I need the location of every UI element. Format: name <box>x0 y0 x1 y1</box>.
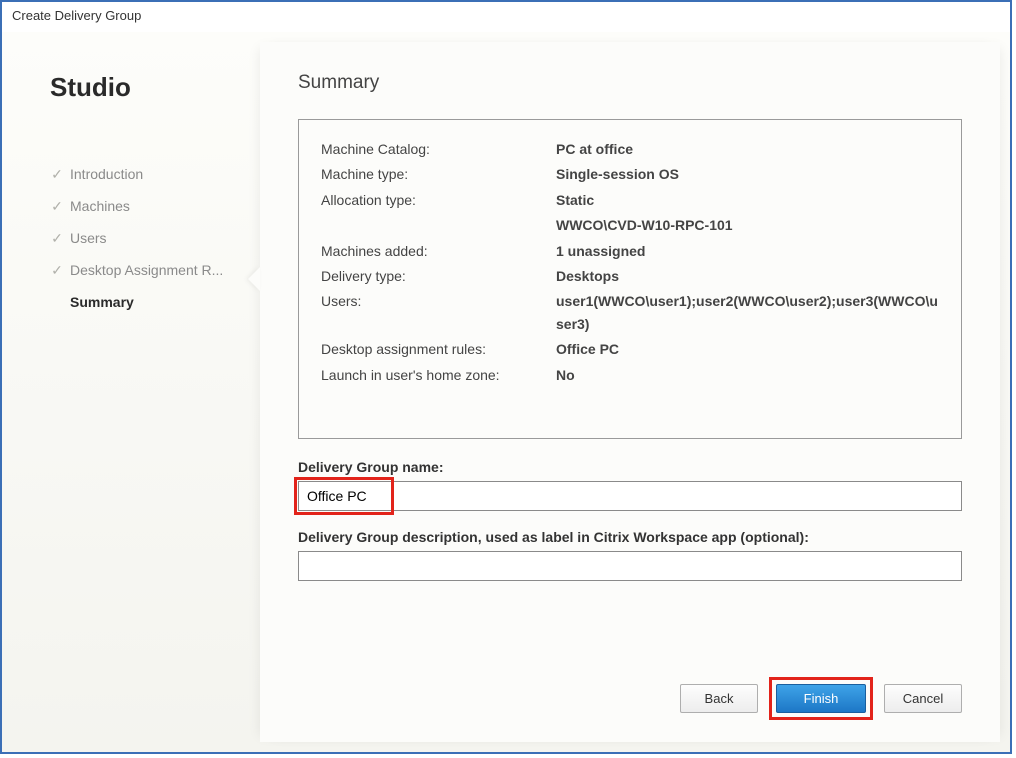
row-label <box>321 214 556 236</box>
row-value: 1 unassigned <box>556 240 939 262</box>
delivery-group-name-input[interactable] <box>298 481 962 511</box>
row-label: Machines added: <box>321 240 556 262</box>
name-field-block: Delivery Group name: <box>298 459 962 511</box>
sidebar: Studio ✓ Introduction ✓ Machines ✓ Users <box>12 42 260 742</box>
summary-row: Delivery type: Desktops <box>321 265 939 287</box>
row-label: Machine Catalog: <box>321 138 556 160</box>
step-label: Users <box>70 230 107 246</box>
row-value: WWCO\CVD-W10-RPC-101 <box>556 214 939 236</box>
step-summary[interactable]: ✓ Summary <box>50 286 250 318</box>
row-label: Launch in user's home zone: <box>321 364 556 386</box>
main-panel: Summary Machine Catalog: PC at office Ma… <box>260 42 1000 742</box>
delivery-group-desc-input[interactable] <box>298 551 962 581</box>
summary-row: Machine type: Single-session OS <box>321 163 939 185</box>
brand-title: Studio <box>50 72 250 103</box>
summary-row: Desktop assignment rules: Office PC <box>321 338 939 360</box>
check-icon: ✓ <box>50 167 64 181</box>
cancel-button[interactable]: Cancel <box>884 684 962 713</box>
row-value: No <box>556 364 939 386</box>
row-label: Machine type: <box>321 163 556 185</box>
row-label: Desktop assignment rules: <box>321 338 556 360</box>
back-button[interactable]: Back <box>680 684 758 713</box>
name-label: Delivery Group name: <box>298 459 962 475</box>
step-desktop-assignment[interactable]: ✓ Desktop Assignment R... <box>50 254 250 286</box>
summary-row: Allocation type: Static <box>321 189 939 211</box>
button-row: Back Finish Cancel <box>680 680 962 717</box>
window-title: Create Delivery Group <box>12 8 141 23</box>
row-value: user1(WWCO\user1);user2(WWCO\user2);user… <box>556 290 939 335</box>
step-introduction[interactable]: ✓ Introduction <box>50 158 250 190</box>
summary-row: Machine Catalog: PC at office <box>321 138 939 160</box>
desc-field-block: Delivery Group description, used as labe… <box>298 529 962 581</box>
step-machines[interactable]: ✓ Machines <box>50 190 250 222</box>
row-value: PC at office <box>556 138 939 160</box>
step-list: ✓ Introduction ✓ Machines ✓ Users ✓ Desk… <box>50 158 250 318</box>
page-heading: Summary <box>298 72 962 94</box>
desc-label: Delivery Group description, used as labe… <box>298 529 962 545</box>
summary-row: Users: user1(WWCO\user1);user2(WWCO\user… <box>321 290 939 335</box>
row-label: Allocation type: <box>321 189 556 211</box>
row-value: Office PC <box>556 338 939 360</box>
dialog-window: Create Delivery Group Studio ✓ Introduct… <box>0 0 1012 754</box>
step-label: Introduction <box>70 166 143 182</box>
title-bar: Create Delivery Group <box>2 2 1010 32</box>
row-value: Static <box>556 189 939 211</box>
step-label: Summary <box>70 294 134 310</box>
row-label: Delivery type: <box>321 265 556 287</box>
check-icon: ✓ <box>50 199 64 213</box>
summary-box: Machine Catalog: PC at office Machine ty… <box>298 119 962 439</box>
row-label: Users: <box>321 290 556 335</box>
summary-row: Machines added: 1 unassigned <box>321 240 939 262</box>
step-label: Desktop Assignment R... <box>70 262 223 278</box>
step-label: Machines <box>70 198 130 214</box>
summary-row: WWCO\CVD-W10-RPC-101 <box>321 214 939 236</box>
step-users[interactable]: ✓ Users <box>50 222 250 254</box>
content-area: Studio ✓ Introduction ✓ Machines ✓ Users <box>2 32 1010 752</box>
summary-row: Launch in user's home zone: No <box>321 364 939 386</box>
row-value: Single-session OS <box>556 163 939 185</box>
check-icon: ✓ <box>50 231 64 245</box>
check-icon: ✓ <box>50 263 64 277</box>
finish-button[interactable]: Finish <box>776 684 866 713</box>
row-value: Desktops <box>556 265 939 287</box>
